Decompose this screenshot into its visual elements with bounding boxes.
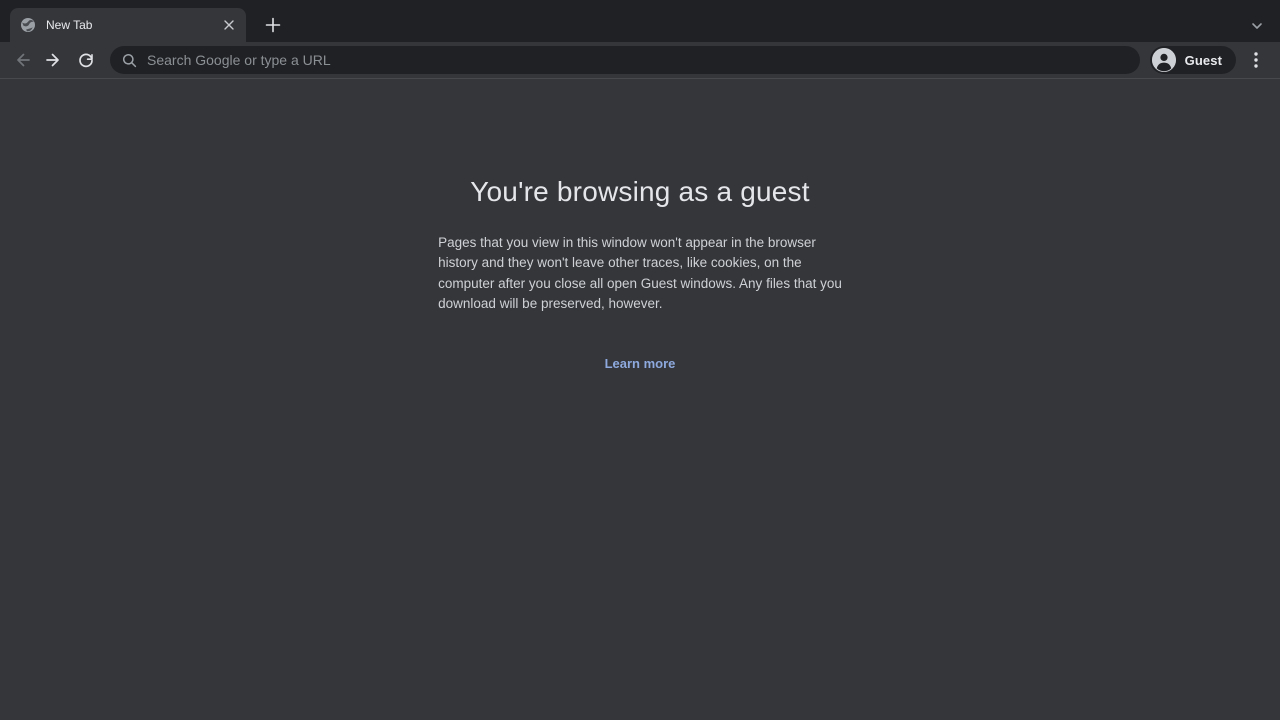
omnibox[interactable] <box>110 46 1140 74</box>
browser-menu-button[interactable] <box>1242 46 1270 74</box>
plus-icon <box>265 17 281 33</box>
close-icon[interactable] <box>220 16 238 34</box>
learn-more-link[interactable]: Learn more <box>605 356 676 371</box>
globe-icon <box>20 17 36 33</box>
address-search-input[interactable] <box>145 51 1128 69</box>
description-line: computer after you close all open Guest … <box>438 274 842 294</box>
reload-button[interactable] <box>71 45 101 75</box>
profile-label: Guest <box>1185 53 1222 68</box>
guest-description: Pages that you view in this window won't… <box>438 233 842 315</box>
profile-button[interactable]: Guest <box>1150 46 1236 74</box>
person-icon <box>1152 48 1176 72</box>
back-button[interactable] <box>7 45 37 75</box>
tab-new-tab[interactable]: New Tab <box>10 8 246 42</box>
back-arrow-icon <box>13 51 31 69</box>
description-line: download will be preserved, however. <box>438 294 842 314</box>
three-dot-menu-icon <box>1254 52 1258 68</box>
tab-strip: New Tab <box>0 0 1280 42</box>
tab-title: New Tab <box>46 18 220 32</box>
guest-new-tab-page: You're browsing as a guest Pages that yo… <box>0 79 1280 719</box>
page-title: You're browsing as a guest <box>470 176 810 208</box>
browser-toolbar: Guest <box>0 42 1280 79</box>
forward-arrow-icon <box>45 51 63 69</box>
search-icon <box>122 53 137 68</box>
description-line: Pages that you view in this window won't… <box>438 233 842 253</box>
description-line: history and they won't leave other trace… <box>438 253 842 273</box>
reload-icon <box>77 51 95 69</box>
chevron-down-icon[interactable] <box>1247 16 1267 36</box>
new-tab-button[interactable] <box>259 11 287 39</box>
forward-button[interactable] <box>39 45 69 75</box>
